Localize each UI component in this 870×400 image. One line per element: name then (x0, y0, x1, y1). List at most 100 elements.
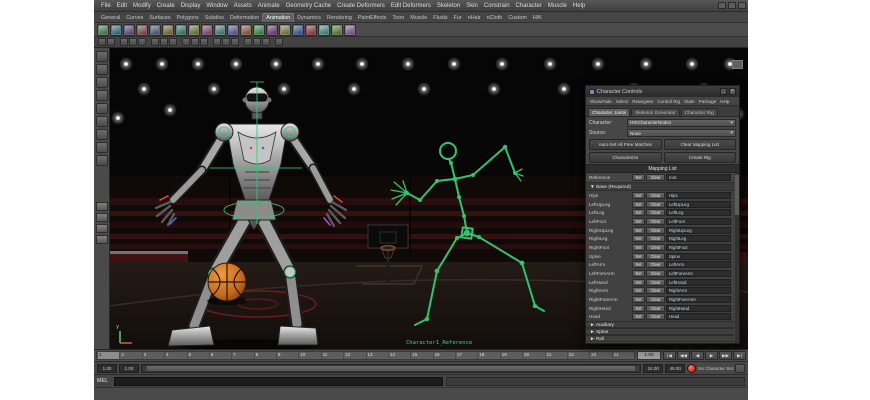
menu-item[interactable]: Window (203, 3, 230, 9)
set-button[interactable]: Set (632, 270, 645, 277)
shelf-icon[interactable] (318, 24, 330, 36)
clear-button[interactable]: Clear (646, 253, 665, 260)
set-button[interactable]: Set (632, 244, 645, 251)
script-editor-icon[interactable] (262, 38, 270, 46)
render-current-frame-icon[interactable] (222, 38, 230, 46)
menu-item[interactable]: Animate (255, 3, 283, 9)
clear-button[interactable]: Clear (646, 174, 665, 181)
shelf-icon[interactable] (279, 24, 291, 36)
shelf-icon[interactable] (305, 24, 317, 36)
clear-button[interactable]: Clear (646, 279, 665, 286)
menu-item[interactable]: Geometry Cache (283, 3, 334, 9)
clear-button[interactable]: Clear (646, 192, 665, 199)
make-live-icon[interactable] (169, 38, 177, 46)
select-by-object-icon[interactable] (107, 38, 115, 46)
animation-preferences-icon[interactable] (735, 364, 745, 373)
shelf-tab[interactable]: Custom (505, 14, 530, 22)
panel-menu-item[interactable]: Show/Hide (588, 99, 614, 104)
shelf-tab[interactable]: HIK (530, 14, 545, 22)
paint-effects-icon[interactable] (253, 38, 261, 46)
four-pane-layout-icon[interactable] (96, 213, 108, 222)
shelf-icon[interactable] (253, 24, 265, 36)
menu-item[interactable]: Skin (463, 3, 481, 9)
panel-menu-item[interactable]: Control Rig (656, 99, 683, 104)
timeline-frame[interactable]: 3 (142, 352, 164, 359)
shelf-icon[interactable] (97, 24, 109, 36)
clear-button[interactable]: Clear (646, 209, 665, 216)
collapsed-section[interactable]: ► Auxiliary (586, 321, 734, 328)
menu-item[interactable]: Create (154, 3, 178, 9)
mapping-target-field[interactable]: LeftArm (666, 261, 731, 268)
animation-preferences-icon[interactable] (275, 38, 283, 46)
timeline-frame[interactable]: 10 (298, 352, 320, 359)
set-button[interactable]: Set (632, 227, 645, 234)
timeline-frame[interactable]: 14 (388, 352, 410, 359)
input-connections-icon[interactable] (182, 38, 190, 46)
auto-key-toggle-icon[interactable] (687, 364, 696, 373)
range-slider[interactable] (141, 364, 641, 373)
current-time-field[interactable]: 1.00 (637, 351, 661, 360)
set-button[interactable]: Set (632, 287, 645, 294)
create-rig-button[interactable]: Create Rig (664, 152, 737, 163)
scrollbar[interactable] (735, 173, 739, 343)
mapping-target-field[interactable]: root (666, 174, 731, 181)
menu-item[interactable]: Modify (130, 3, 154, 9)
shelf-icon[interactable] (149, 24, 161, 36)
mapping-target-field[interactable]: Spine (666, 253, 731, 260)
animation-end-field[interactable]: 48.00 (665, 364, 685, 373)
menu-item[interactable]: Create Deformers (334, 3, 388, 9)
menu-item[interactable]: Constrain (481, 3, 513, 9)
shelf-tab[interactable]: Rendering (324, 14, 355, 22)
menu-item[interactable]: Character (513, 3, 545, 9)
playback-button[interactable]: ◀◀ (677, 351, 690, 360)
set-button[interactable]: Set (632, 209, 645, 216)
section-base-required[interactable]: ▼ Base (Required) (586, 182, 734, 191)
shelf-tab[interactable]: Subdivs (202, 14, 227, 22)
range-slider-handle[interactable] (143, 366, 639, 371)
universal-manipulator-icon[interactable] (96, 129, 108, 140)
mapping-target-field[interactable]: LeftUpLeg (666, 201, 731, 208)
shelf-icon[interactable] (227, 24, 239, 36)
mapping-target-field[interactable]: LeftForeArm (666, 270, 731, 277)
timeline-frame[interactable]: 4 (164, 352, 186, 359)
clear-mapping-list-button[interactable]: Clear Mapping List (664, 139, 737, 150)
playback-start-field[interactable]: 1.00 (119, 364, 139, 373)
clear-button[interactable]: Clear (646, 227, 665, 234)
set-button[interactable]: Set (632, 279, 645, 286)
menu-item[interactable]: Edit (114, 3, 130, 9)
set-button[interactable]: Set (632, 192, 645, 199)
output-connections-icon[interactable] (191, 38, 199, 46)
set-button[interactable]: Set (632, 174, 645, 181)
panel-tab[interactable]: Character Rig (681, 108, 718, 116)
mapping-target-field[interactable]: RightForeArm (666, 296, 731, 303)
move-tool-icon[interactable] (96, 90, 108, 101)
set-button[interactable]: Set (632, 296, 645, 303)
mapping-target-field[interactable]: RightFoot (666, 244, 731, 251)
set-button[interactable]: Set (632, 201, 645, 208)
timeline-ticks[interactable]: 123456789101112131415161718192021222324 (96, 351, 635, 360)
shelf-tab[interactable]: nCloth (484, 14, 506, 22)
shelf-icon[interactable] (136, 24, 148, 36)
select-tool-icon[interactable] (96, 51, 108, 62)
timeline-frame[interactable]: 1 (97, 352, 119, 359)
shelf-icon[interactable] (201, 24, 213, 36)
timeline-frame[interactable]: 7 (231, 352, 253, 359)
shelf-icon[interactable] (123, 24, 135, 36)
timeline-frame[interactable]: 13 (366, 352, 388, 359)
playback-button[interactable]: ▶| (733, 351, 746, 360)
clear-button[interactable]: Clear (646, 261, 665, 268)
command-input[interactable] (114, 377, 443, 386)
clear-button[interactable]: Clear (646, 244, 665, 251)
set-button[interactable]: Set (632, 313, 645, 320)
restore-ui-icon[interactable] (728, 2, 736, 9)
shelf-tab[interactable]: Polygons (174, 14, 202, 22)
timeline-frame[interactable]: 20 (522, 352, 544, 359)
panel-menu-item[interactable]: Select (614, 99, 631, 104)
rotate-tool-icon[interactable] (96, 103, 108, 114)
set-button[interactable]: Set (632, 253, 645, 260)
characterize-button[interactable]: Characterize (589, 152, 662, 163)
shelf-tab[interactable]: Fluids (430, 14, 450, 22)
persp-outliner-layout-icon[interactable] (96, 224, 108, 233)
timeline-frame[interactable]: 15 (410, 352, 432, 359)
auto-set-matches-button[interactable]: Auto-Set All Free Matches (589, 139, 662, 150)
